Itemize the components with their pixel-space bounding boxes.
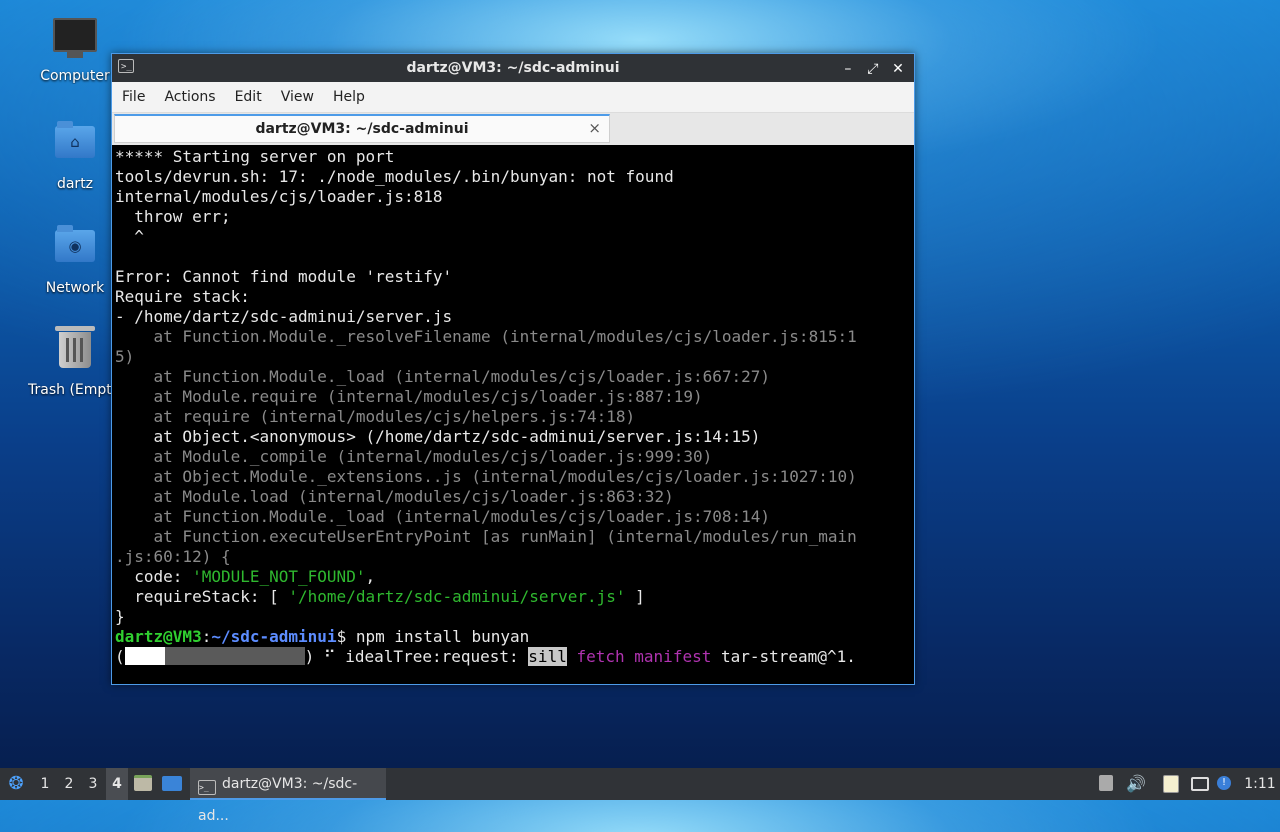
terminal-line: code: 'MODULE_NOT_FOUND', — [115, 567, 911, 587]
terminal-text: .js:60:12) { — [115, 547, 231, 566]
spinner-icon: ⠋ — [314, 647, 346, 666]
terminal-line: at Function.Module._load (internal/modul… — [115, 507, 771, 526]
tab-close-icon[interactable]: × — [588, 119, 601, 137]
menu-help[interactable]: Help — [323, 82, 374, 105]
terminal-line: at Object.<anonymous> (/home/dartz/sdc-a… — [115, 427, 761, 446]
progress-close: ) — [304, 647, 315, 666]
taskbar-task-terminal[interactable]: >_ dartz@VM3: ~/sdc-ad... — [190, 768, 386, 824]
show-desktop-icon[interactable] — [162, 768, 184, 800]
update-notification-icon[interactable]: ! — [1217, 768, 1235, 800]
npm-detail: manifest — [634, 647, 712, 666]
tab-label: dartz@VM3: ~/sdc-adminui — [255, 121, 469, 137]
tab-terminal[interactable]: dartz@VM3: ~/sdc-adminui × — [114, 114, 610, 143]
network-icon[interactable] — [1191, 768, 1211, 800]
terminal-line: throw err; — [115, 207, 231, 226]
network-folder-icon: ◉ — [53, 225, 97, 274]
terminal-app-icon: >_ — [198, 780, 216, 795]
terminal-line: internal/modules/cjs/loader.js:818 — [115, 187, 443, 206]
npm-stage: idealTree:request: — [345, 647, 529, 666]
terminal-line: } — [115, 607, 125, 626]
terminal-line: at Object.Module._extensions..js (intern… — [115, 467, 857, 486]
terminal-line: ***** Starting server on port — [115, 147, 395, 166]
minimize-button[interactable]: – — [838, 61, 858, 77]
terminal-line: 5) — [115, 347, 135, 366]
maximize-button[interactable]: ⤢ — [863, 61, 883, 77]
progress-open: ( — [115, 647, 125, 666]
terminal-text: code: — [115, 567, 193, 586]
trash-icon — [53, 326, 97, 376]
npm-package: tar-stream@^1. — [720, 647, 856, 666]
terminal-string: 'MODULE_NOT_FOUND' — [192, 567, 366, 586]
workspace-3[interactable]: 3 — [82, 768, 104, 800]
window-titlebar[interactable]: >_ dartz@VM3: ~/sdc-adminui – ⤢ ✕ — [112, 54, 914, 82]
workspace-2[interactable]: 2 — [58, 768, 80, 800]
terminal-line: at Function.executeUserEntryPoint [as ru… — [115, 527, 857, 546]
terminal-line: tools/devrun.sh: 17: ./node_modules/.bin… — [115, 167, 674, 186]
terminal-line: at Function.Module._load (internal/modul… — [115, 367, 771, 386]
taskbar: ❂ 1 2 3 4 >_ dartz@VM3: ~/sdc-ad... 🔊 ! 1… — [0, 768, 1280, 824]
tab-bar: dartz@VM3: ~/sdc-adminui × — [112, 113, 914, 145]
terminal-line: at Module.load (internal/modules/cjs/loa… — [115, 487, 674, 506]
terminal-line: at Function.Module._resolveFilename (int… — [115, 327, 857, 346]
window-title: dartz@VM3: ~/sdc-adminui — [406, 60, 620, 76]
npm-level: sill — [528, 647, 567, 666]
terminal-text: ] — [625, 587, 645, 606]
volume-icon[interactable]: 🔊 — [1126, 768, 1146, 800]
terminal-output[interactable]: ***** Starting server on port tools/devr… — [115, 147, 911, 681]
terminal-line: Require stack: — [115, 287, 250, 306]
menu-edit[interactable]: Edit — [225, 82, 271, 105]
prompt-command: npm install bunyan — [355, 627, 530, 646]
menu-view[interactable]: View — [271, 82, 323, 105]
eject-icon[interactable] — [1099, 768, 1117, 800]
menu-file[interactable]: File — [112, 82, 154, 105]
terminal-string: '/home/dartz/sdc-adminui/server.js' — [288, 587, 626, 606]
workspace-4[interactable]: 4 — [106, 768, 128, 800]
terminal-line: at Module._compile (internal/modules/cjs… — [115, 447, 713, 466]
terminal-line: - /home/dartz/sdc-adminui/server.js — [115, 307, 453, 326]
clipboard-icon[interactable] — [1163, 768, 1183, 800]
terminal-line: ^ — [115, 227, 144, 246]
terminal-text: requireStack: [ — [115, 587, 289, 606]
terminal-line: .js:60:12) { — [115, 547, 911, 567]
prompt-path: ~/sdc-adminui — [211, 627, 337, 646]
prompt-user: dartz@VM3 — [115, 627, 202, 646]
terminal-line: at Module.require (internal/modules/cjs/… — [115, 387, 703, 406]
menu-actions[interactable]: Actions — [154, 82, 224, 105]
npm-progress-line: () ⠋ idealTree:request: sill fetch manif… — [115, 647, 911, 667]
menubar: File Actions Edit View Help — [112, 82, 914, 113]
home-folder-icon: ⌂ — [53, 121, 97, 170]
start-menu-icon[interactable]: ❂ — [5, 768, 27, 800]
file-manager-icon[interactable] — [134, 768, 154, 800]
computer-icon — [53, 18, 97, 62]
terminal-line: requireStack: [ '/home/dartz/sdc-adminui… — [115, 587, 911, 607]
terminal-text: , — [365, 567, 376, 586]
desktop-icon-label: Trash (Empty) — [28, 382, 112, 398]
prompt-line: dartz@VM3:~/sdc-adminui$ npm install bun… — [115, 627, 911, 647]
progress-bar-empty — [164, 647, 305, 665]
workspace-1[interactable]: 1 — [34, 768, 56, 800]
progress-bar-filled — [124, 647, 165, 665]
close-button[interactable]: ✕ — [888, 61, 908, 77]
prompt-separator: : — [201, 627, 212, 646]
terminal-line: Error: Cannot find module 'restify' — [115, 267, 453, 286]
clock[interactable]: 1:11 — [1244, 768, 1276, 800]
prompt-dollar: $ — [336, 627, 356, 646]
terminal-line: at require (internal/modules/cjs/helpers… — [115, 407, 636, 426]
npm-action: fetch — [576, 647, 625, 666]
terminal-window[interactable]: >_ dartz@VM3: ~/sdc-adminui – ⤢ ✕ File Ac… — [111, 53, 915, 685]
task-label: dartz@VM3: ~/sdc-ad... — [198, 776, 358, 824]
